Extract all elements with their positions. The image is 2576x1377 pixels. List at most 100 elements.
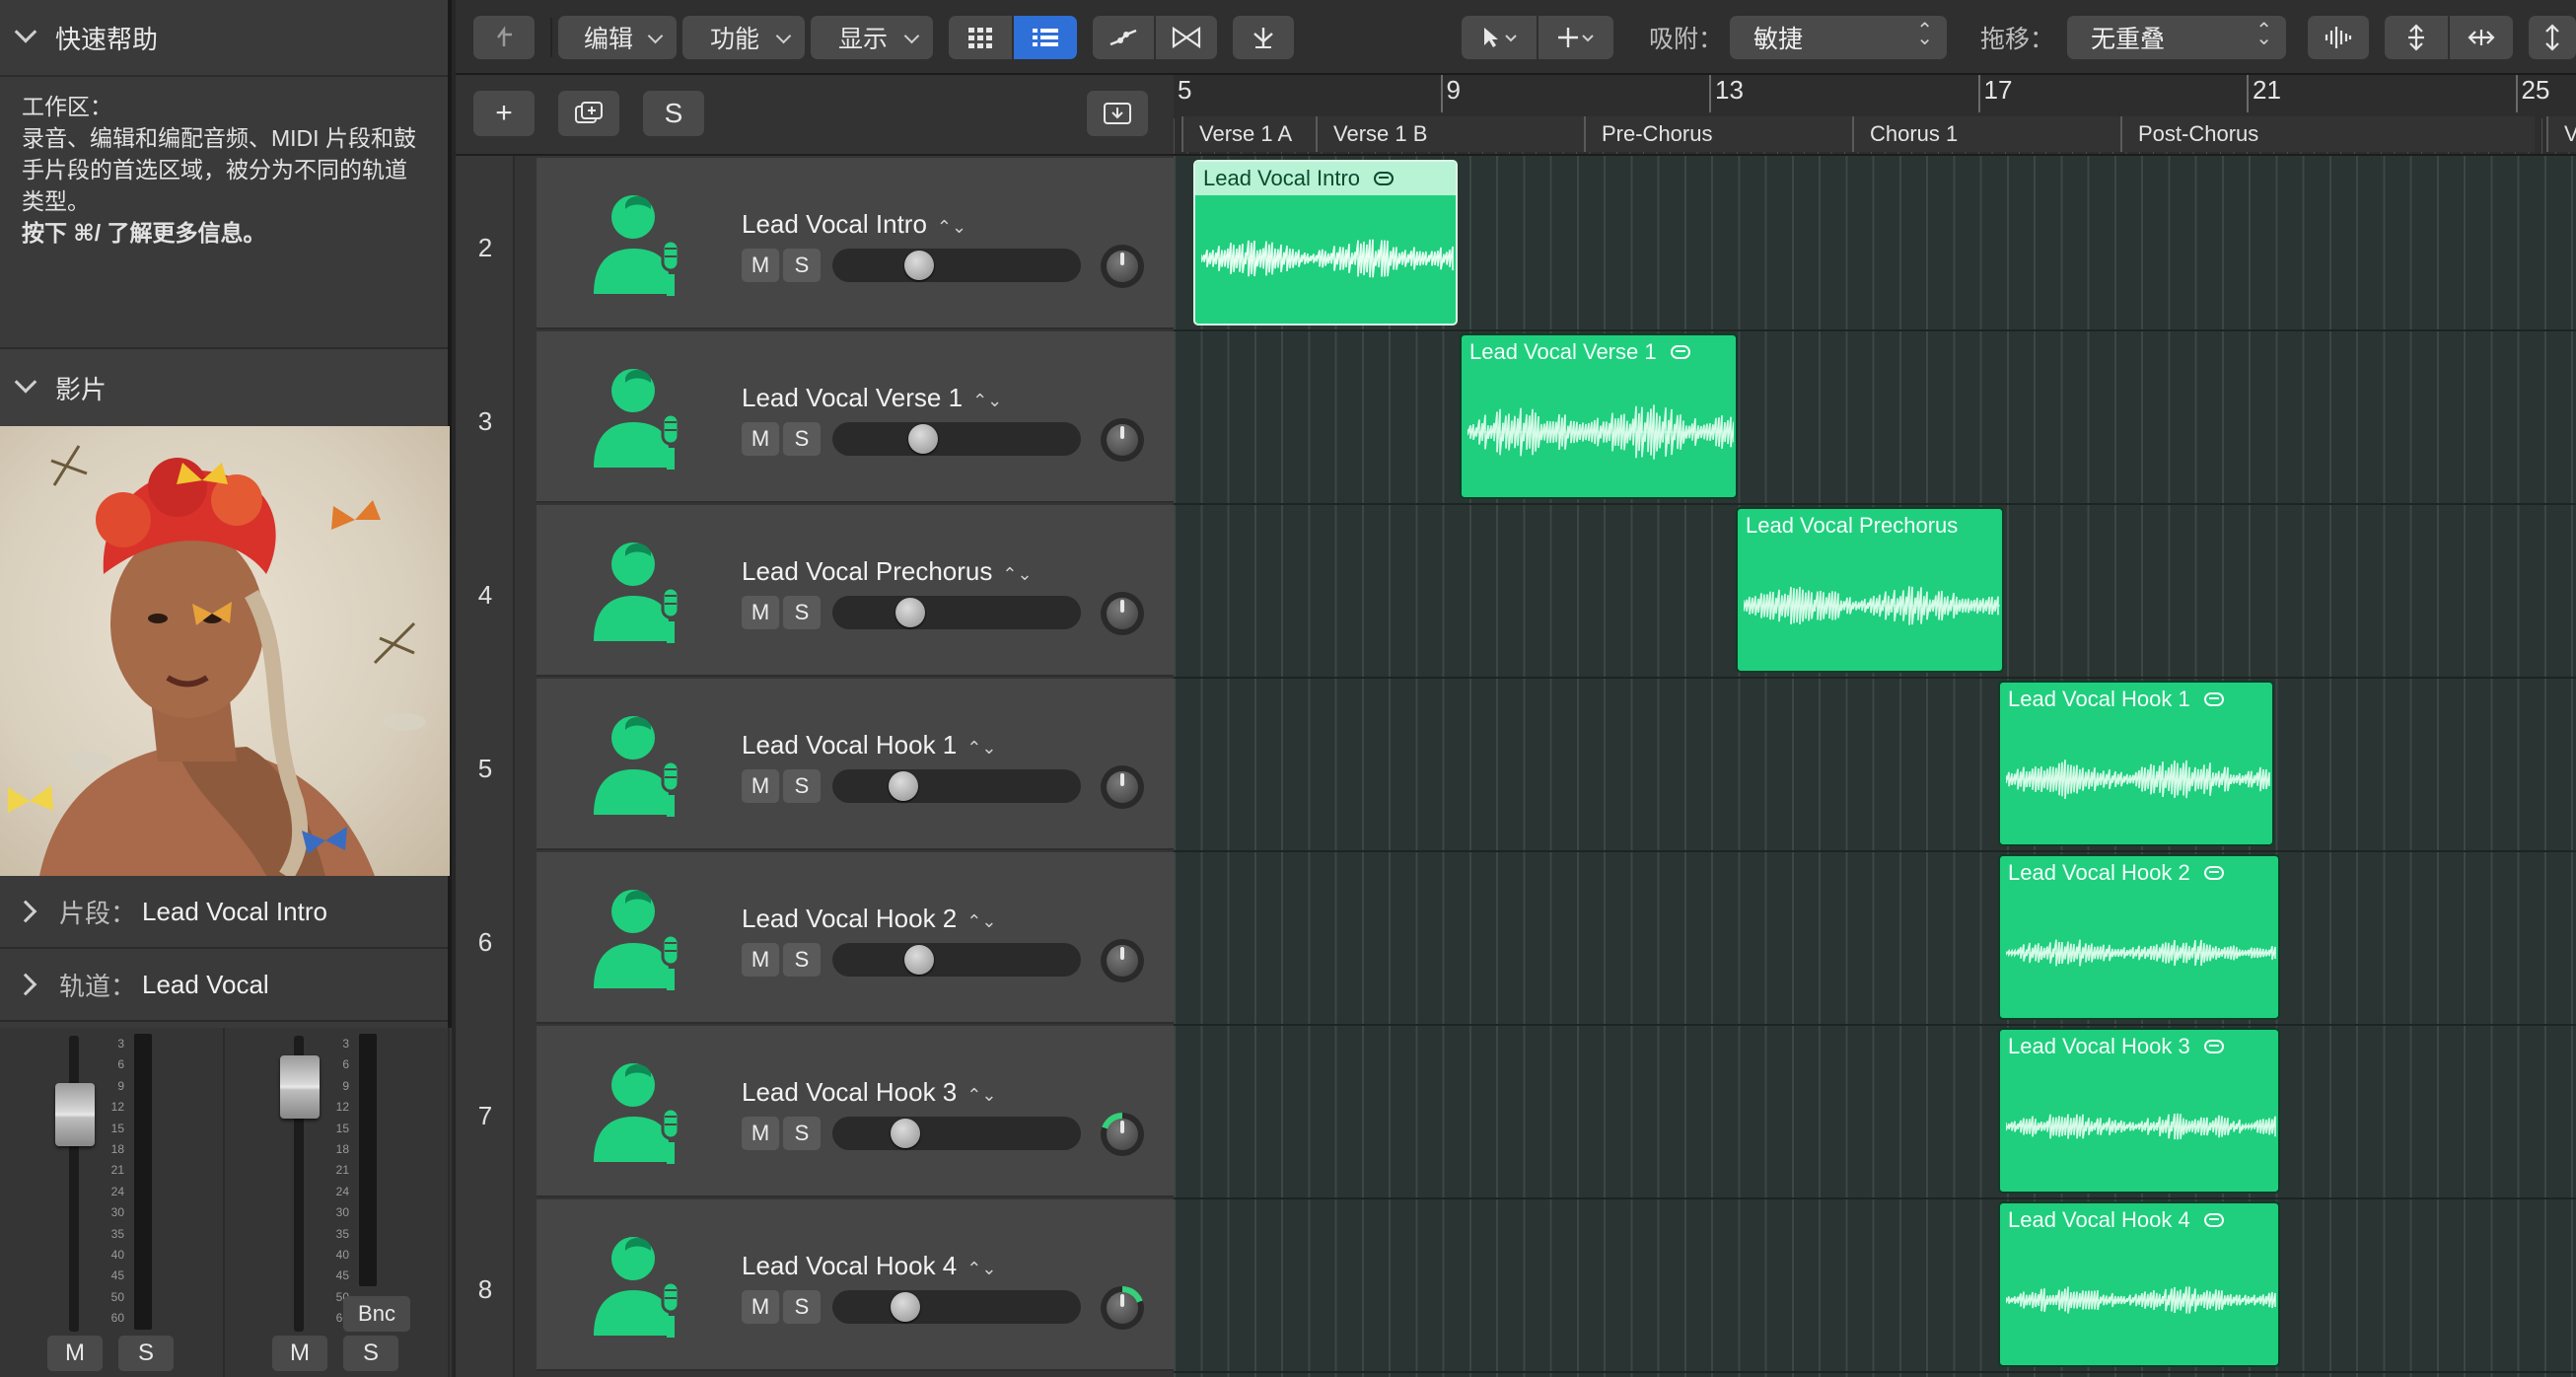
catch-button[interactable] bbox=[1233, 16, 1294, 59]
volume-slider-knob[interactable] bbox=[891, 1292, 920, 1322]
track-name[interactable]: Lead Vocal Intro ⌃⌄ bbox=[742, 209, 966, 240]
audio-region[interactable]: Lead Vocal Hook 2 bbox=[1998, 854, 2280, 1020]
audio-region[interactable]: Lead Vocal Verse 1 bbox=[1460, 333, 1738, 499]
volume-slider-knob[interactable] bbox=[895, 598, 925, 627]
audio-region[interactable]: Lead Vocal Intro bbox=[1193, 160, 1458, 326]
track-header[interactable]: Lead Vocal Verse 1 ⌃⌄ M S bbox=[537, 331, 1174, 503]
arrangement-marker[interactable]: Chorus 1 bbox=[1852, 116, 2120, 152]
audio-region[interactable]: Lead Vocal Hook 1 bbox=[1998, 681, 2274, 846]
track-header[interactable]: Lead Vocal Prechorus ⌃⌄ M S bbox=[537, 505, 1174, 677]
vertical-zoom-button[interactable] bbox=[2385, 16, 2448, 59]
track-header[interactable]: Lead Vocal Hook 1 ⌃⌄ M S bbox=[537, 679, 1174, 850]
add-track-button[interactable]: + bbox=[473, 91, 535, 136]
track-mute-button[interactable]: M bbox=[742, 1117, 779, 1150]
bar-line bbox=[1709, 75, 1711, 112]
track-header[interactable]: Lead Vocal Hook 4 ⌃⌄ M S bbox=[537, 1199, 1174, 1371]
track-pan-knob[interactable] bbox=[1101, 592, 1144, 635]
track-solo-button[interactable]: S bbox=[783, 249, 821, 282]
channel-strip-2: 3691215182124303540455060 Bnc M S bbox=[225, 1028, 450, 1377]
track-header[interactable]: Lead Vocal Hook 2 ⌃⌄ M S bbox=[537, 852, 1174, 1024]
flex-icon bbox=[1172, 27, 1201, 48]
back-button[interactable] bbox=[473, 16, 535, 59]
arrangement-marker[interactable]: V bbox=[2546, 116, 2576, 152]
track-name[interactable]: Lead Vocal Hook 1 ⌃⌄ bbox=[742, 730, 996, 761]
track-mute-button[interactable]: M bbox=[742, 769, 779, 803]
track-pan-knob[interactable] bbox=[1101, 418, 1144, 462]
track-pan-knob[interactable] bbox=[1101, 245, 1144, 288]
waveform-zoom-button[interactable] bbox=[2308, 16, 2369, 59]
track-volume-slider[interactable] bbox=[832, 596, 1081, 629]
list-view-button[interactable] bbox=[1014, 16, 1077, 59]
track-name[interactable]: Lead Vocal Verse 1 ⌃⌄ bbox=[742, 383, 1002, 413]
global-solo-button[interactable]: S bbox=[643, 91, 704, 136]
arrangement-marker[interactable]: Pre-Chorus bbox=[1584, 116, 1852, 152]
track-name[interactable]: Lead Vocal Hook 3 ⌃⌄ bbox=[742, 1077, 996, 1108]
marquee-tool-menu[interactable] bbox=[1538, 16, 1613, 59]
track-volume-slider[interactable] bbox=[832, 1290, 1081, 1324]
track-pan-knob[interactable] bbox=[1101, 1286, 1144, 1330]
grid-view-button[interactable] bbox=[949, 16, 1012, 59]
audio-region[interactable]: Lead Vocal Hook 3 bbox=[1998, 1028, 2280, 1194]
track-volume-slider[interactable] bbox=[832, 1117, 1081, 1150]
audio-region[interactable]: Lead Vocal Prechorus bbox=[1736, 507, 2004, 673]
volume-fader[interactable] bbox=[55, 1083, 95, 1146]
track-mute-button[interactable]: M bbox=[742, 943, 779, 977]
track-mute-button[interactable]: M bbox=[742, 596, 779, 629]
track-pan-knob[interactable] bbox=[1101, 765, 1144, 809]
arrange-area[interactable]: Lead Vocal Intro Lead Vocal Verse 1 Lead… bbox=[1174, 156, 2576, 1377]
track-mute-button[interactable]: M bbox=[742, 422, 779, 456]
track-header[interactable]: Lead Vocal Hook 3 ⌃⌄ M S bbox=[537, 1026, 1174, 1197]
track-volume-slider[interactable] bbox=[832, 943, 1081, 977]
track-pan-knob[interactable] bbox=[1101, 939, 1144, 982]
bounce-button[interactable]: Bnc bbox=[343, 1296, 410, 1332]
track-name[interactable]: Lead Vocal Hook 4 ⌃⌄ bbox=[742, 1251, 996, 1281]
track-volume-slider[interactable] bbox=[832, 249, 1081, 282]
arrangement-marker[interactable]: Post-Chorus bbox=[2120, 116, 2535, 152]
track-solo-button[interactable]: S bbox=[783, 943, 821, 977]
strip2-solo-button[interactable]: S bbox=[343, 1336, 398, 1371]
volume-slider-knob[interactable] bbox=[891, 1119, 920, 1148]
volume-slider-knob[interactable] bbox=[904, 251, 934, 280]
track-volume-slider[interactable] bbox=[832, 769, 1081, 803]
snap-select[interactable]: 敏捷 bbox=[1730, 16, 1947, 59]
track-mute-button[interactable]: M bbox=[742, 1290, 779, 1324]
volume-slider-knob[interactable] bbox=[908, 424, 938, 454]
functions-menu[interactable]: 功能 bbox=[682, 16, 805, 59]
horizontal-zoom-button[interactable] bbox=[2450, 16, 2513, 59]
track-pan-knob[interactable] bbox=[1101, 1113, 1144, 1156]
track-solo-button[interactable]: S bbox=[783, 1117, 821, 1150]
volume-slider-knob[interactable] bbox=[889, 771, 918, 801]
scroll-button[interactable] bbox=[2529, 16, 2576, 59]
automation-button[interactable] bbox=[1093, 16, 1154, 59]
volume-slider-knob[interactable] bbox=[904, 945, 934, 975]
view-menu[interactable]: 显示 bbox=[811, 16, 933, 59]
region-inspector-row[interactable]: 片段： Lead Vocal Intro bbox=[0, 876, 448, 949]
movie-header[interactable]: 影片 bbox=[0, 349, 448, 426]
track-solo-button[interactable]: S bbox=[783, 596, 821, 629]
track-header[interactable]: Lead Vocal Intro ⌃⌄ M S bbox=[537, 158, 1174, 329]
drag-select[interactable]: 无重叠 bbox=[2067, 16, 2286, 59]
pointer-tool-menu[interactable] bbox=[1462, 16, 1537, 59]
audio-region[interactable]: Lead Vocal Hook 4 bbox=[1998, 1201, 2280, 1367]
flex-button[interactable] bbox=[1156, 16, 1217, 59]
track-name[interactable]: Lead Vocal Hook 2 ⌃⌄ bbox=[742, 904, 996, 934]
strip1-mute-button[interactable]: M bbox=[47, 1336, 103, 1371]
edit-menu[interactable]: 编辑 bbox=[558, 16, 677, 59]
track-solo-button[interactable]: S bbox=[783, 422, 821, 456]
volume-fader[interactable] bbox=[280, 1055, 320, 1119]
vocalist-mic-icon bbox=[594, 195, 680, 296]
arrangement-marker[interactable]: Verse 1 B bbox=[1316, 116, 1584, 152]
track-mute-button[interactable]: M bbox=[742, 249, 779, 282]
track-name[interactable]: Lead Vocal Prechorus ⌃⌄ bbox=[742, 556, 1033, 587]
strip2-mute-button[interactable]: M bbox=[272, 1336, 327, 1371]
bar-ruler[interactable]: 59131721252933374145 Verse 1 AVerse 1 BP… bbox=[1174, 75, 2576, 156]
track-solo-button[interactable]: S bbox=[783, 1290, 821, 1324]
track-solo-button[interactable]: S bbox=[783, 769, 821, 803]
catch-playhead-button[interactable] bbox=[1087, 91, 1148, 136]
track-volume-slider[interactable] bbox=[832, 422, 1081, 456]
duplicate-track-button[interactable] bbox=[558, 91, 619, 136]
track-inspector-row[interactable]: 轨道： Lead Vocal bbox=[0, 949, 448, 1022]
strip1-solo-button[interactable]: S bbox=[118, 1336, 174, 1371]
arrangement-marker[interactable]: Verse 1 A bbox=[1181, 116, 1316, 152]
quick-help-header[interactable]: 快速帮助 bbox=[0, 0, 448, 77]
